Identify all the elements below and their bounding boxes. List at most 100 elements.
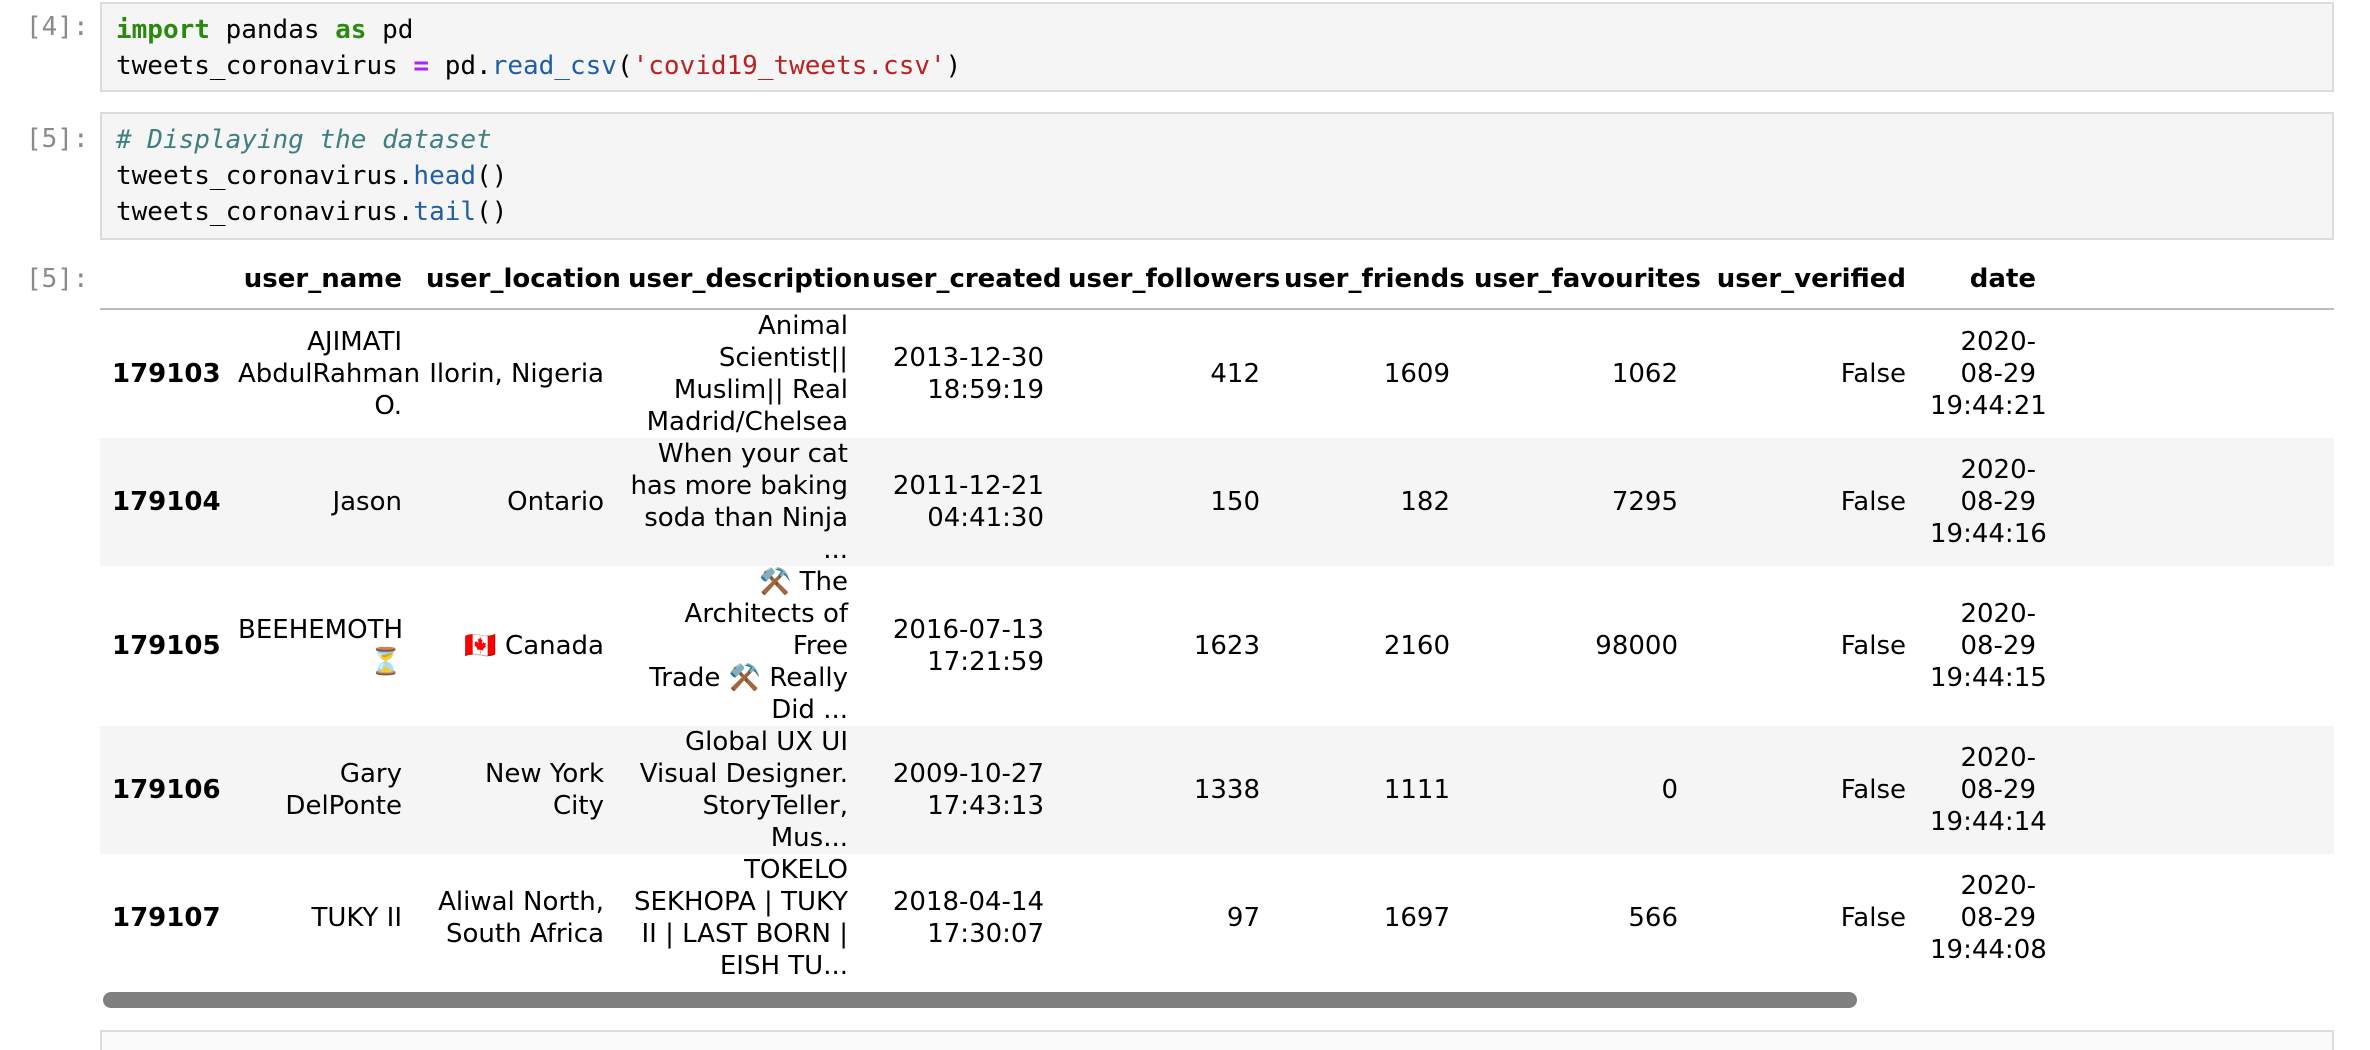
cell-line: Stop\n\n@SABCNews\n@ — [2060, 918, 2334, 950]
column-header: date — [1918, 250, 2048, 310]
cell-line: 2013-12-30 — [892, 343, 1044, 373]
column-header — [2048, 250, 2334, 310]
cell-user-followers: 1623 — [1193, 631, 1260, 661]
cell-line: StoryTeller, Mus... — [702, 791, 848, 853]
cell-line: 08-29 — [1960, 359, 2036, 389]
cell-line: Ilorin, Nigeria — [429, 359, 604, 389]
cell-line: 08-29 — [1960, 631, 2036, 661]
cell-line: SEKHOPA | TUKY — [633, 887, 848, 917]
cell-line: O. — [374, 391, 402, 421]
cell-line: 2020! The year of insa — [2060, 470, 2334, 502]
cell-user-followers: 97 — [1226, 903, 1260, 933]
cell-date: 2020- 08-29 19:44:14 — [1918, 726, 2048, 854]
horizontal-scrollbar[interactable] — [103, 992, 1857, 1008]
cell-line: 18:59:19 — [927, 375, 1044, 405]
cell-user-friends: 182 — [1400, 487, 1450, 517]
cell-date: 2020- 08-29 19:44:16 — [1918, 438, 2048, 566]
cell-user-friends: 1111 — [1383, 775, 1450, 805]
cell-line: 2016-07-13 — [892, 615, 1044, 645]
code-text: pd. — [429, 51, 492, 81]
cell-user-created: 2013-12-30 18:59:19 — [860, 309, 1056, 438]
module-name: pandas — [209, 15, 336, 45]
cell-line: nominating me for the — [2060, 374, 2334, 406]
code-object: tweets_coronavirus. — [116, 197, 414, 227]
table-row: 179105 BEEHEMOTH ⏳ 🇨🇦 Canada ⚒️ The Architect… — [100, 566, 2334, 726]
code-paren: () — [476, 161, 508, 191]
cell-user-name: AJIMATI AbdulRahman O. — [226, 309, 420, 438]
assign-operator: = — [413, 51, 430, 81]
cell-user-description: TOKELO SEKHOPA | TUKY II | LAST BORN | EISH… — [616, 854, 860, 982]
cell-user-description: When your cat has more baking soda than Ni… — [616, 438, 860, 566]
column-header: user_verified — [1690, 250, 1918, 310]
cell-line: 19:44:21 — [1930, 391, 2047, 421]
cell-user-followers: 150 — [1210, 487, 1260, 517]
input-prompt-5: [5]: — [26, 124, 89, 154]
cell-line: 2018-04-14 — [892, 887, 1044, 917]
cell-user-location: Ilorin, Nigeria — [414, 309, 616, 438]
cell-line: Jason — [332, 487, 402, 517]
cell-user-description: ⚒️ The Architects of Free Trade ⚒️ Really D… — [616, 566, 860, 726]
cell-line: 2009-10-27 — [892, 759, 1044, 789]
row-index: 179105 — [112, 631, 221, 661]
cell-user-verified: False — [1840, 903, 1906, 933]
cell-line: TOKELO — [744, 855, 848, 885]
cell-user-name: Gary DelPonte — [226, 726, 414, 854]
code-cell-5[interactable]: # Displaying the dataset tweets_coronavi… — [100, 112, 2334, 240]
column-header: user_followers — [1056, 250, 1280, 310]
cell-line: BEEHEMOTH — [238, 615, 404, 645]
notebook-right-edge — [2334, 0, 2370, 1038]
cell-line: 2011-12-21 — [892, 471, 1044, 501]
column-header: user_name — [226, 250, 414, 310]
cell-user-created: 2009-10-27 17:43:13 — [860, 726, 1056, 854]
cell-user-location: New York City — [414, 726, 616, 854]
row-index: 179104 — [112, 487, 221, 517]
row-index: 179106 — [112, 775, 221, 805]
cell-line: ⏳ — [369, 647, 402, 677]
cell-user-favourites: 566 — [1628, 903, 1678, 933]
keyword-import: import — [116, 15, 210, 45]
function-read-csv: read_csv — [491, 51, 617, 81]
cell-line: 2020- — [1960, 743, 2036, 773]
cell-line: 2020- — [1960, 455, 2036, 485]
cell-line: 2020- — [1960, 599, 2036, 629]
cell-line: Trade ⚒️ Really — [649, 663, 848, 693]
input-prompt-4: [4]: — [26, 12, 89, 42]
cell-text: I stop wheStop\n\n@SABCNews\n@ — [2048, 854, 2334, 982]
cell-user-verified: False — [1840, 359, 1906, 389]
column-header: user_location — [414, 250, 621, 310]
cell-user-name: BEEHEMOTH ⏳ — [226, 566, 414, 726]
cell-line: EISH TU... — [719, 951, 848, 981]
cell-line: 2020- — [1960, 327, 2036, 357]
cell-line: 08-29 — [1960, 903, 2036, 933]
cell-user-friends: 1697 — [1383, 903, 1450, 933]
cell-line: has more baking — [630, 471, 848, 501]
cell-line: Visual Designer. — [639, 759, 848, 789]
cell-line: 19:44:08 — [1930, 935, 2047, 965]
code-object: tweets_coronavirus. — [116, 161, 414, 191]
cell-user-verified: False — [1840, 775, 1906, 805]
cell-line: 2020- — [1960, 871, 2036, 901]
column-header: user_favourites — [1462, 250, 1701, 310]
cell-line: DelPonte — [285, 791, 402, 821]
code-cell-4[interactable]: import pandas as pd tweets_coronavirus =… — [100, 2, 2334, 92]
cell-user-favourites: 1062 — [1611, 359, 1678, 389]
cell-line: Aliwal North, — [438, 887, 604, 917]
table-row: 179106 Gary DelPonte New York City Global UX… — [100, 726, 2334, 854]
module-alias: pd — [366, 15, 414, 45]
cell-line: New York City — [484, 759, 604, 821]
cell-line: soda than Ninja ... — [644, 503, 848, 565]
cell-line: Architects of Free — [684, 599, 848, 661]
cell-line: ⚒️ The — [759, 567, 848, 597]
cell-line: 19:44:15 — [1930, 663, 2047, 693]
table-header-row: user_name user_location user_description us… — [100, 250, 2334, 310]
cell-user-friends: 2160 — [1383, 631, 1450, 661]
cell-line: Gary — [339, 759, 402, 789]
table-row: 179104 Jason Ontario When your cat has more … — [100, 438, 2334, 566]
next-code-cell[interactable] — [100, 1030, 2334, 1050]
cell-user-followers: 1338 — [1193, 775, 1260, 805]
row-index: 179107 — [112, 903, 221, 933]
dataframe-output[interactable]: user_name user_location user_description us… — [100, 250, 2334, 1015]
column-header: user_created — [860, 250, 1062, 310]
cell-line: 17:21:59 — [927, 647, 1044, 677]
cell-user-location: Ontario — [414, 438, 616, 566]
